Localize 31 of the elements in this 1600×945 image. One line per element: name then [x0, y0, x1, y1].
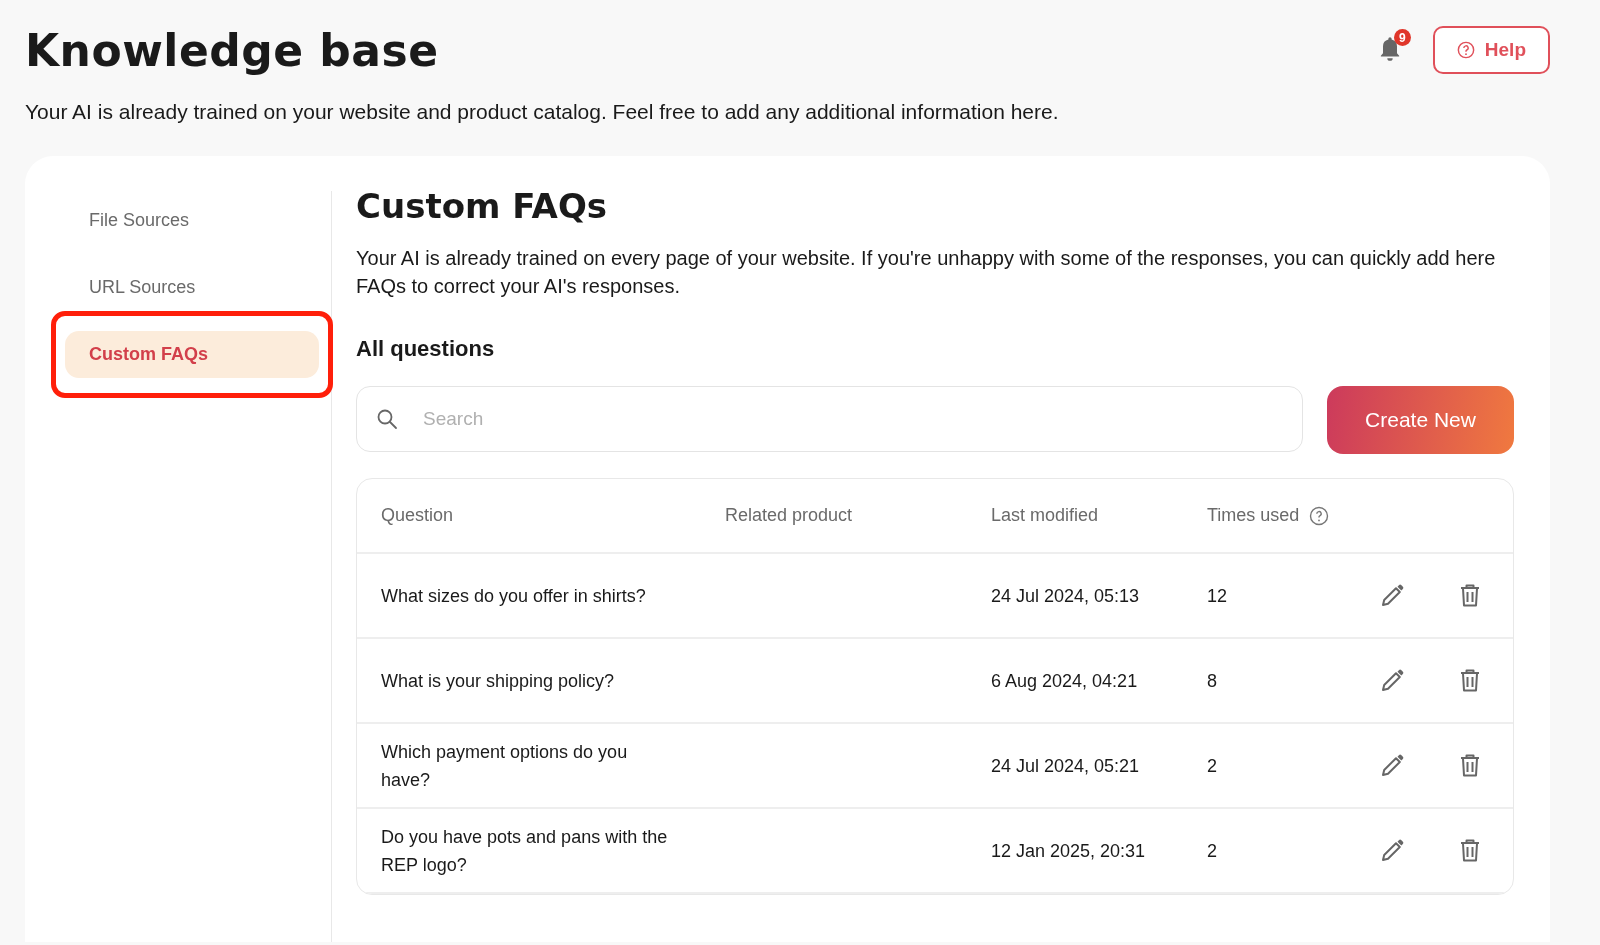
- page-subtitle: Your AI is already trained on your website and product catalog. Feel free to add any additional information here.: [25, 100, 1060, 124]
- count-cell-text: 2: [1207, 754, 1218, 778]
- help-icon[interactable]: [1309, 505, 1330, 526]
- question-cell: What sizes do you offer in shirts?: [381, 585, 646, 606]
- help-button[interactable]: Help: [1432, 26, 1550, 74]
- date-cell-text: 24 Jul 2024, 05:13: [991, 584, 1141, 608]
- question-cell: What is your shipping policy?: [381, 670, 615, 691]
- question-cell: Do you have pots and pans with the REP logo?: [381, 826, 668, 875]
- sidebar-item[interactable]: File Sources: [65, 197, 319, 244]
- page-title: Knowledge base: [25, 24, 439, 76]
- notification-badge: 9: [1393, 29, 1411, 46]
- count-cell-text: 8: [1207, 669, 1218, 693]
- search-field[interactable]: Search: [356, 386, 1303, 452]
- help-icon: [1456, 41, 1475, 59]
- list-heading: All questions: [356, 336, 496, 362]
- count-cell-text: 12: [1207, 584, 1229, 608]
- create-new-button[interactable]: Create New: [1327, 386, 1514, 454]
- section-description: Your AI is already trained on every page of your website. If you're unhappy with some of the responses, you can quickly add here FAQs to correct your AI's responses.: [356, 246, 1497, 299]
- date-cell-text: 12 Jan 2025, 20:31: [991, 839, 1147, 863]
- sidebar-item[interactable]: URL Sources: [65, 264, 319, 311]
- search-icon: [376, 408, 398, 430]
- column-header: Last modified: [991, 505, 1099, 526]
- date-cell-text: 24 Jul 2024, 05:21: [991, 754, 1141, 778]
- count-cell-text: 2: [1207, 839, 1218, 863]
- column-header: Question: [381, 505, 454, 526]
- column-header: Related product: [725, 505, 853, 526]
- question-cell: Which payment options do you have?: [381, 741, 628, 790]
- sidebar-item[interactable]: Custom FAQs: [65, 331, 319, 378]
- section-title: Custom FAQs: [356, 186, 609, 226]
- date-cell-text: 6 Aug 2024, 04:21: [991, 669, 1139, 693]
- column-header: Times used: [1207, 505, 1300, 526]
